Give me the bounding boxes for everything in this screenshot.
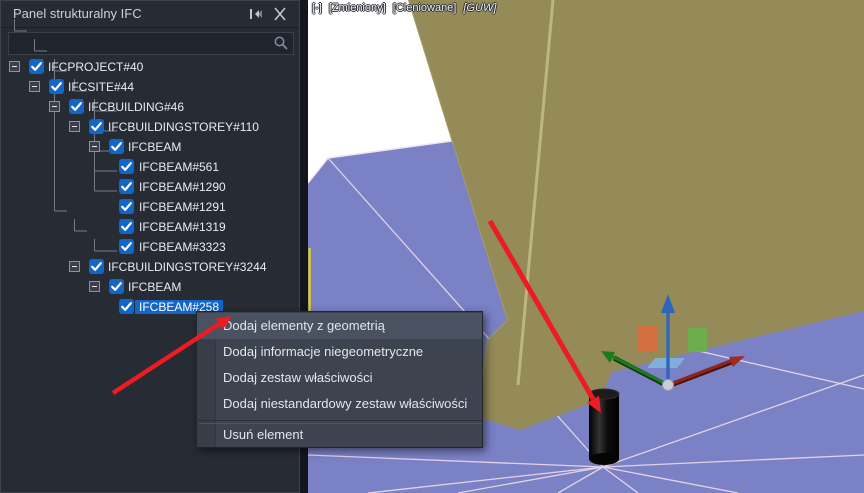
checkmark-icon [111,282,122,291]
tree-row-ifcbeam-1319[interactable]: IFCBEAM#1319 [1,217,299,237]
tree-row-ifcbeam-1290[interactable]: IFCBEAM#1290 [1,177,299,197]
tree-checkbox-checked[interactable] [49,79,64,94]
tree-checkbox-checked[interactable] [119,239,134,254]
checkmark-icon [121,162,132,171]
tree-expander-icon[interactable] [29,81,40,92]
ucs-yz-plane-square [688,328,707,352]
tree-item-label[interactable]: IFCBEAM [128,280,181,294]
tree-expander-icon[interactable] [89,141,100,152]
checkmark-icon [121,182,132,191]
application-window: [-] [Zmieniony] [Cieniowane] [GUW] Panel… [0,0,864,493]
tree-expander-icon[interactable] [89,281,100,292]
tree-checkbox-checked[interactable] [89,259,104,274]
viewport-control-minimize[interactable]: [-] [312,2,322,14]
tree-row-ifcbeam[interactable]: IFCBEAM [1,277,299,297]
context-menu: Dodaj elementy z geometrią Dodaj informa… [196,311,483,448]
menu-item-add-elements-with-geometry[interactable]: Dodaj elementy z geometrią [197,313,482,339]
viewport-control-shading[interactable]: [Cieniowane] [393,2,457,14]
tree-checkbox-checked[interactable] [69,99,84,114]
tree-row-ifcbuildingstorey-110[interactable]: IFCBUILDINGSTOREY#110 [1,117,299,137]
tree-row-ifcbeam[interactable]: IFCBEAM [1,137,299,157]
checkmark-icon [31,62,42,71]
menu-item-delete-element[interactable]: Usuń element [197,422,482,448]
tree-row-ifcsite-44[interactable]: IFCSITE#44 [1,77,299,97]
tree-item-label[interactable]: IFCBEAM#561 [139,160,219,174]
ucs-xz-plane-square [637,325,657,352]
tree-checkbox-checked[interactable] [109,139,124,154]
tree-item-label[interactable]: IFCBUILDINGSTOREY#110 [108,120,259,134]
viewport-controls-text[interactable]: [-] [Zmieniony] [Cieniowane] [GUW] [312,2,500,14]
tree-item-label[interactable]: IFCPROJECT#40 [48,60,143,74]
checkmark-icon [111,142,122,151]
menu-item-add-nongeometric-info[interactable]: Dodaj informacje niegeometryczne [197,339,482,365]
viewport-control-ucs[interactable]: [GUW] [463,2,496,14]
checkmark-icon [51,82,62,91]
tree-checkbox-checked[interactable] [89,119,104,134]
menu-item-add-custom-property-set[interactable]: Dodaj niestandardowy zestaw właściwości [197,391,482,417]
tree-expander-icon[interactable] [49,101,60,112]
tree-item-label[interactable]: IFCBEAM [128,140,181,154]
tree-row-ifcbuilding-46[interactable]: IFCBUILDING#46 [1,97,299,117]
checkmark-icon [71,102,82,111]
tree-checkbox-checked[interactable] [119,299,134,314]
black-cylinder-column[interactable] [588,388,620,465]
menu-item-add-property-set[interactable]: Dodaj zestaw właściwości [197,365,482,391]
tree-item-label[interactable]: IFCBEAM#1290 [139,180,226,194]
tree-item-label[interactable]: IFCBUILDINGSTOREY#3244 [108,260,267,274]
checkmark-icon [121,202,132,211]
viewport-control-view[interactable]: [Zmieniony] [329,2,386,14]
tree-expander-icon[interactable] [69,261,80,272]
checkmark-icon [121,242,132,251]
checkmark-icon [121,302,132,311]
tree-checkbox-checked[interactable] [119,179,134,194]
checkmark-icon [91,122,102,131]
tree-expander-icon[interactable] [9,61,20,72]
checkmark-icon [91,262,102,271]
tree-row-ifcbeam-3323[interactable]: IFCBEAM#3323 [1,237,299,257]
tree-item-label[interactable]: IFCBUILDING#46 [88,100,184,114]
yellow-line [308,248,311,312]
tree-checkbox-checked[interactable] [119,199,134,214]
tree-item-label[interactable]: IFCBEAM#1319 [139,220,226,234]
checkmark-icon [121,222,132,231]
tree-checkbox-checked[interactable] [109,279,124,294]
tree-row-ifcbeam-561[interactable]: IFCBEAM#561 [1,157,299,177]
tree-row-ifcbuildingstorey-3244[interactable]: IFCBUILDINGSTOREY#3244 [1,257,299,277]
tree-row-ifcproject-40[interactable]: IFCPROJECT#40 [1,57,299,77]
tree-checkbox-checked[interactable] [119,159,134,174]
ucs-origin-sphere [662,379,674,391]
tree-item-label[interactable]: IFCSITE#44 [68,80,134,94]
tree-checkbox-checked[interactable] [119,219,134,234]
tree-row-ifcbeam-1291[interactable]: IFCBEAM#1291 [1,197,299,217]
tree-item-label[interactable]: IFCBEAM#3323 [139,240,226,254]
tree-checkbox-checked[interactable] [29,59,44,74]
tree-item-label[interactable]: IFCBEAM#1291 [139,200,226,214]
tree-expander-icon[interactable] [69,121,80,132]
